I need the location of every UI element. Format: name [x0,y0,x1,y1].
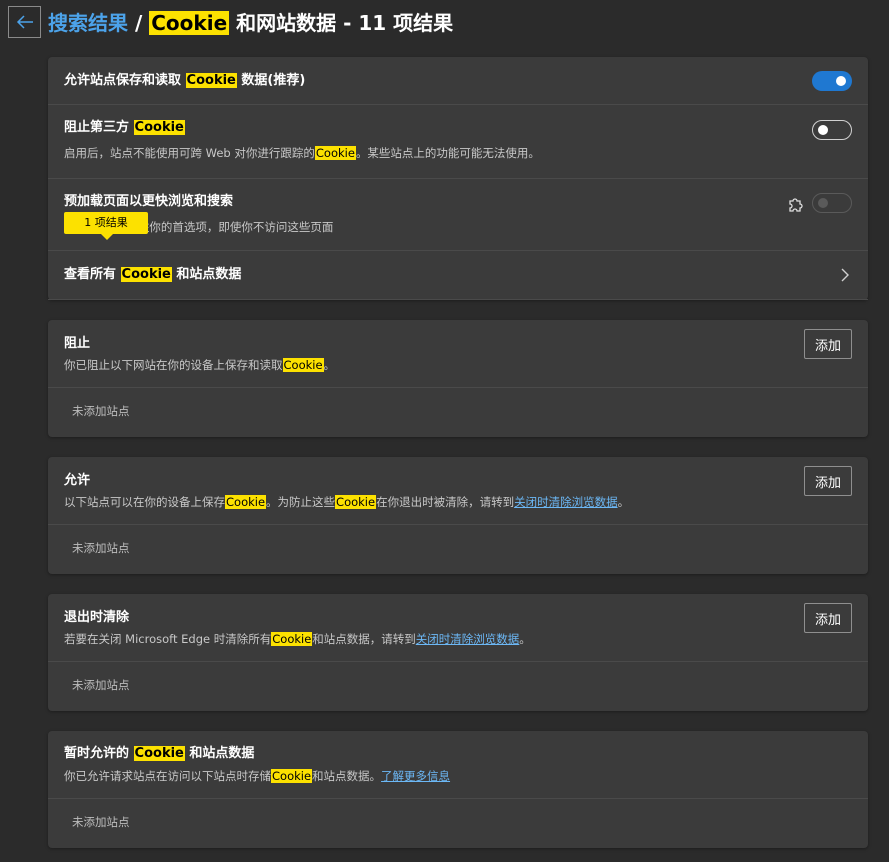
block-empty-text: 未添加站点 [72,404,130,418]
temp-allowed-empty-text: 未添加站点 [72,815,130,829]
temp-allowed-card: 暂时允许的 Cookie 和站点数据 你已允许请求站点在访问以下站点时存储Coo… [48,731,868,848]
block-section-header: 阻止 你已阻止以下网站在你的设备上保存和读取Cookie。 添加 [48,320,868,388]
puzzle-icon[interactable] [786,196,804,214]
see-all-cookies-title: 查看所有 Cookie 和站点数据 [64,267,242,282]
page-title: 搜索结果 / Cookie 和网站数据 - 11 项结果 [48,8,453,38]
block-add-button[interactable]: 添加 [804,329,852,359]
clear-on-exit-card: 退出时清除 若要在关闭 Microsoft Edge 时清除所有Cookie和站… [48,594,868,711]
clear-on-exit-desc: 若要在关闭 Microsoft Edge 时清除所有Cookie和站点数据，请转… [64,632,531,646]
allow-clear-data-link[interactable]: 关闭时清除浏览数据 [514,495,618,509]
allow-cookies-title: 允许站点保存和读取 Cookie 数据(推荐) [64,73,306,88]
block-section-card: 阻止 你已阻止以下网站在你的设备上保存和读取Cookie。 添加 未添加站点 [48,320,868,437]
temp-allowed-header: 暂时允许的 Cookie 和站点数据 你已允许请求站点在访问以下站点时存储Coo… [48,731,868,799]
preload-pages-row[interactable]: 预加载页面以更快浏览和搜索 使用cookie记住你的首选项，即使你不访问这些页面 [48,179,868,251]
allow-section-title: 允许 [64,473,91,488]
clear-on-exit-empty-row: 未添加站点 [48,662,868,711]
block-third-party-toggle[interactable] [812,120,852,140]
block-section-title: 阻止 [64,336,91,351]
clear-on-exit-add-button[interactable]: 添加 [804,603,852,633]
temp-allowed-desc: 你已允许请求站点在访问以下站点时存储Cookie和站点数据。了解更多信息 [64,769,451,783]
allow-section-header: 允许 以下站点可以在你的设备上保存Cookie。为防止这些Cookie在你退出时… [48,457,868,525]
clear-on-exit-link[interactable]: 关闭时清除浏览数据 [416,632,520,646]
block-third-party-title: 阻止第三方 Cookie [64,120,185,135]
allow-section-desc: 以下站点可以在你的设备上保存Cookie。为防止这些Cookie在你退出时被清除… [64,495,630,509]
cookie-settings-card: 允许站点保存和读取 Cookie 数据(推荐) 阻止第三方 Cookie 启用后… [48,57,868,300]
clear-on-exit-empty-text: 未添加站点 [72,678,130,692]
allow-cookies-toggle[interactable] [812,71,852,91]
allow-add-button[interactable]: 添加 [804,466,852,496]
allow-cookies-row[interactable]: 允许站点保存和读取 Cookie 数据(推荐) [48,57,868,105]
chevron-right-icon [841,268,849,282]
clear-on-exit-header: 退出时清除 若要在关闭 Microsoft Edge 时清除所有Cookie和站… [48,594,868,662]
title-highlight: Cookie [149,11,230,35]
block-third-party-row[interactable]: 阻止第三方 Cookie 启用后，站点不能使用可跨 Web 对你进行跟踪的Coo… [48,105,868,179]
allow-section-card: 允许 以下站点可以在你的设备上保存Cookie。为防止这些Cookie在你退出时… [48,457,868,574]
title-rest: 和网站数据 - 11 项结果 [236,11,454,35]
temp-allowed-title: 暂时允许的 Cookie 和站点数据 [64,746,255,761]
breadcrumb-search-results[interactable]: 搜索结果 [48,11,128,35]
see-all-cookies-row[interactable]: 查看所有 Cookie 和站点数据 [48,251,868,300]
block-third-party-desc: 启用后，站点不能使用可跨 Web 对你进行跟踪的Cookie。某些站点上的功能可… [64,146,540,160]
temp-allowed-empty-row: 未添加站点 [48,799,868,848]
learn-more-link[interactable]: 了解更多信息 [381,769,450,783]
allow-empty-row: 未添加站点 [48,525,868,574]
allow-empty-text: 未添加站点 [72,541,130,555]
search-result-tooltip: 1 项结果 [64,212,148,240]
back-button[interactable] [8,6,41,38]
clear-on-exit-title: 退出时清除 [64,610,130,625]
preload-pages-toggle[interactable] [812,193,852,213]
preload-pages-title: 预加载页面以更快浏览和搜索 [64,194,234,209]
back-arrow-icon [16,15,33,29]
block-section-desc: 你已阻止以下网站在你的设备上保存和读取Cookie。 [64,358,336,372]
breadcrumb-separator: / [134,11,143,35]
block-empty-row: 未添加站点 [48,388,868,437]
